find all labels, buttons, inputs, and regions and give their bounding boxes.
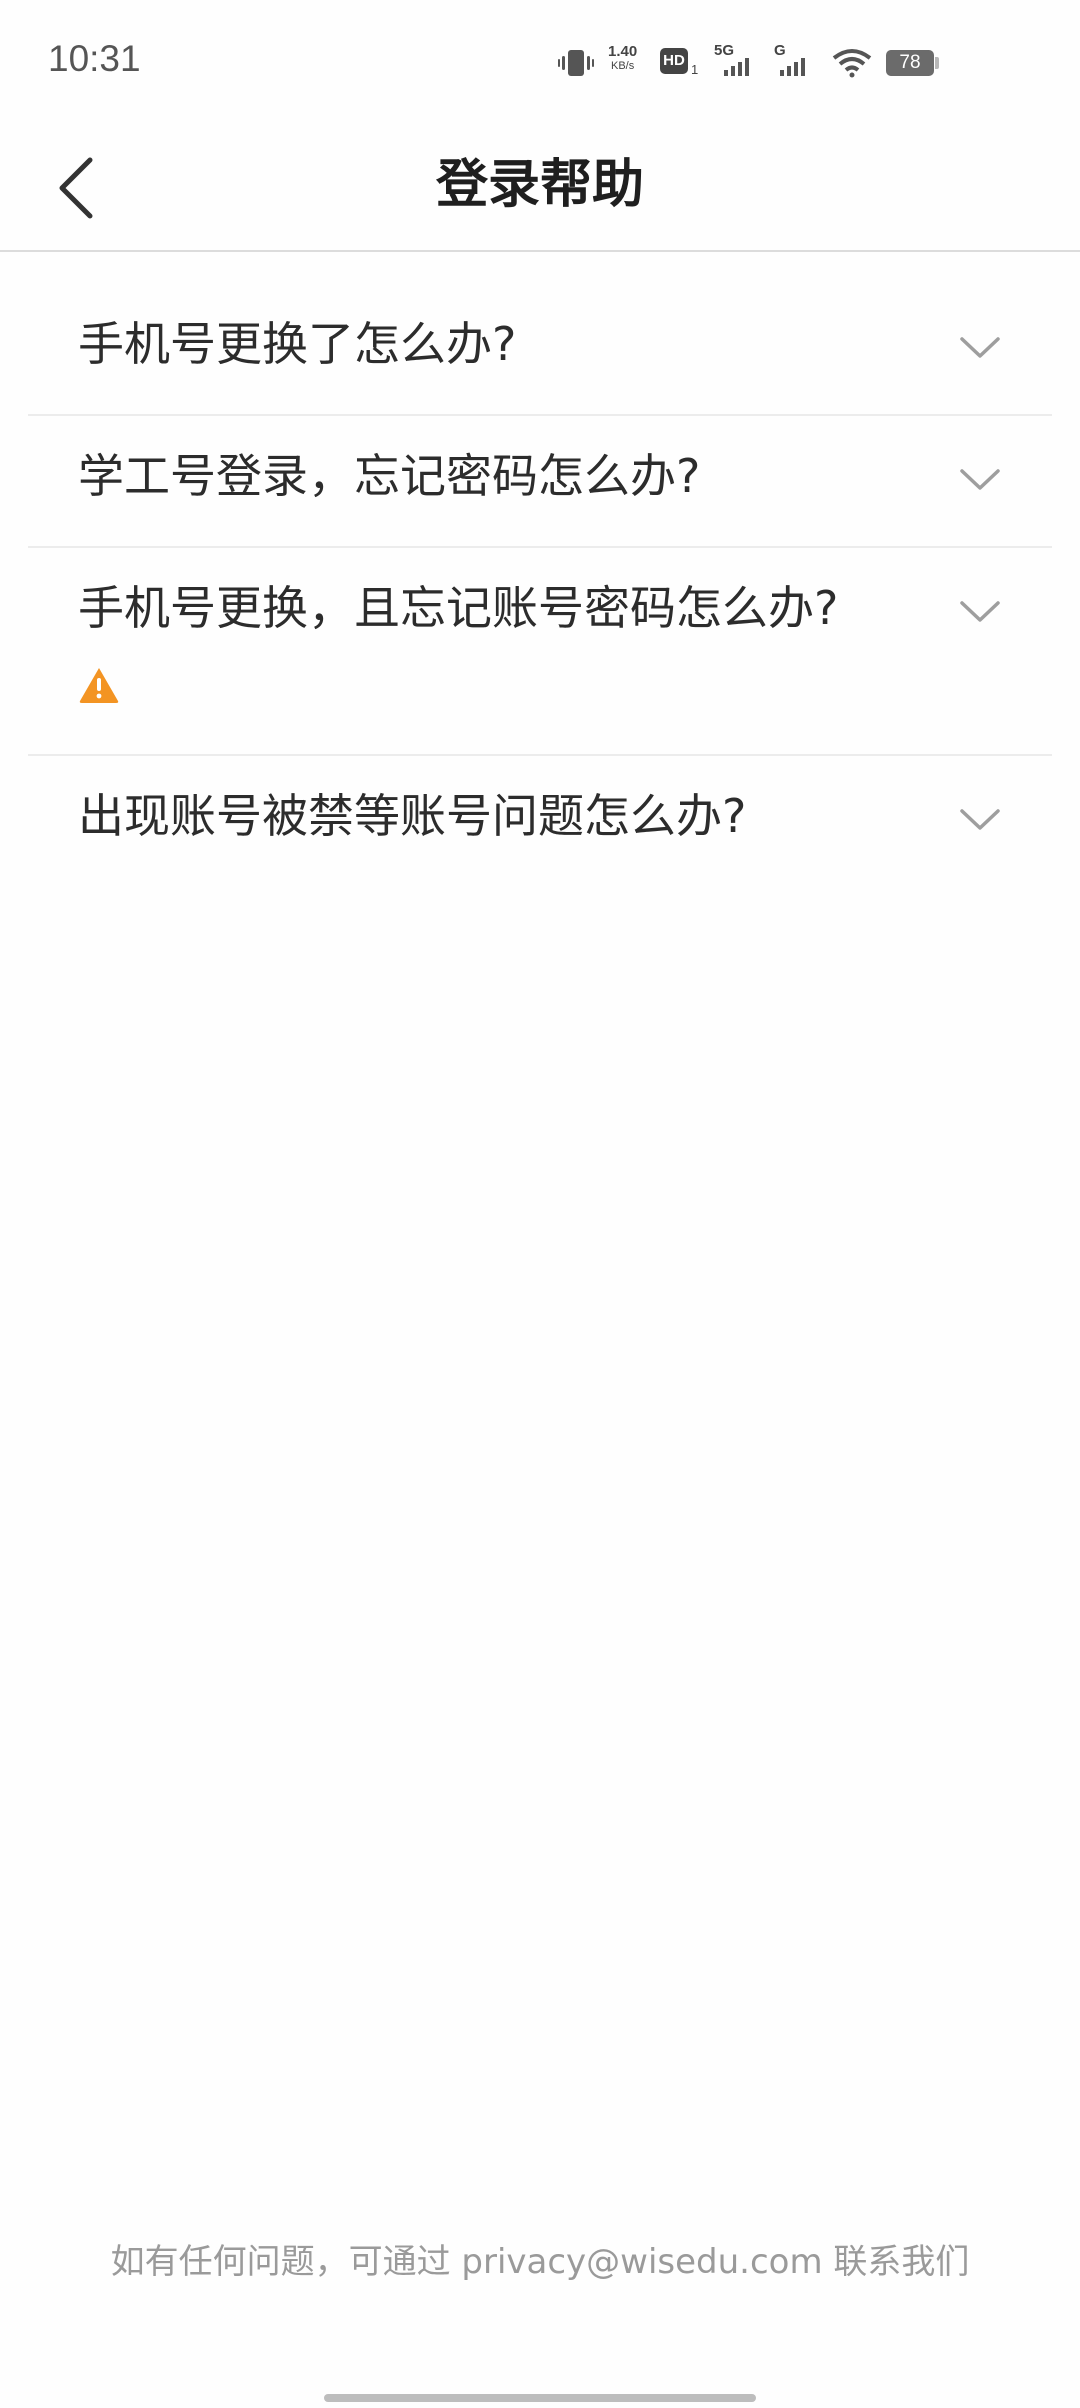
warning-icon [79,668,119,703]
page-title: 登录帮助 [435,155,644,215]
signal2-icon [780,58,805,76]
chevron-down-icon [960,809,1000,830]
network-speed-value: 1.40 [608,43,638,60]
chevron-down-icon [960,337,1000,358]
signal1-icon [724,58,749,76]
faq-question: 学工号登录，忘记密码怎么办? [78,449,701,503]
wifi-icon [832,49,872,78]
hd-sub: 1 [691,62,699,77]
battery-level: 78 [886,50,934,76]
faq-item[interactable]: 学工号登录，忘记密码怎么办? [28,416,1052,548]
faq-item[interactable]: 手机号更换了怎么办? [28,252,1052,416]
vibrate-icon [558,50,594,76]
network-speed-unit: KB/s [610,60,635,72]
faq-question: 出现账号被禁等账号问题怎么办? [78,789,747,843]
faq-item[interactable]: 出现账号被禁等账号问题怎么办? [28,756,1052,888]
hd-badge: HD [660,48,688,74]
footer-contact-note: 如有任何问题，可通过 privacy@wisedu.com 联系我们 [110,2242,970,2282]
battery-tip [935,57,939,69]
faq-question: 手机号更换，且忘记账号密码怎么办? [78,581,839,635]
chevron-down-icon [960,469,1000,490]
status-icons: 1.40 KB/s HD 1 5G G 78 [558,42,998,86]
chevron-down-icon [960,601,1000,622]
status-time: 10:31 [48,38,141,79]
network-speed: 1.40 KB/s [608,44,637,74]
home-indicator[interactable] [324,2394,756,2402]
faq-question: 手机号更换了怎么办? [78,317,517,371]
faq-item[interactable]: 手机号更换，且忘记账号密码怎么办? [28,548,1052,756]
nav-bar: 登录帮助 [0,124,1080,252]
faq-list: 手机号更换了怎么办? 学工号登录，忘记密码怎么办? 手机号更换，且忘记账号密码怎… [28,252,1052,888]
status-bar: 10:31 1.40 KB/s HD 1 5G G 78 [0,0,1080,124]
login-help-screen: 10:31 1.40 KB/s HD 1 5G G 78 登录帮助 手机号更换了… [0,0,1080,2408]
